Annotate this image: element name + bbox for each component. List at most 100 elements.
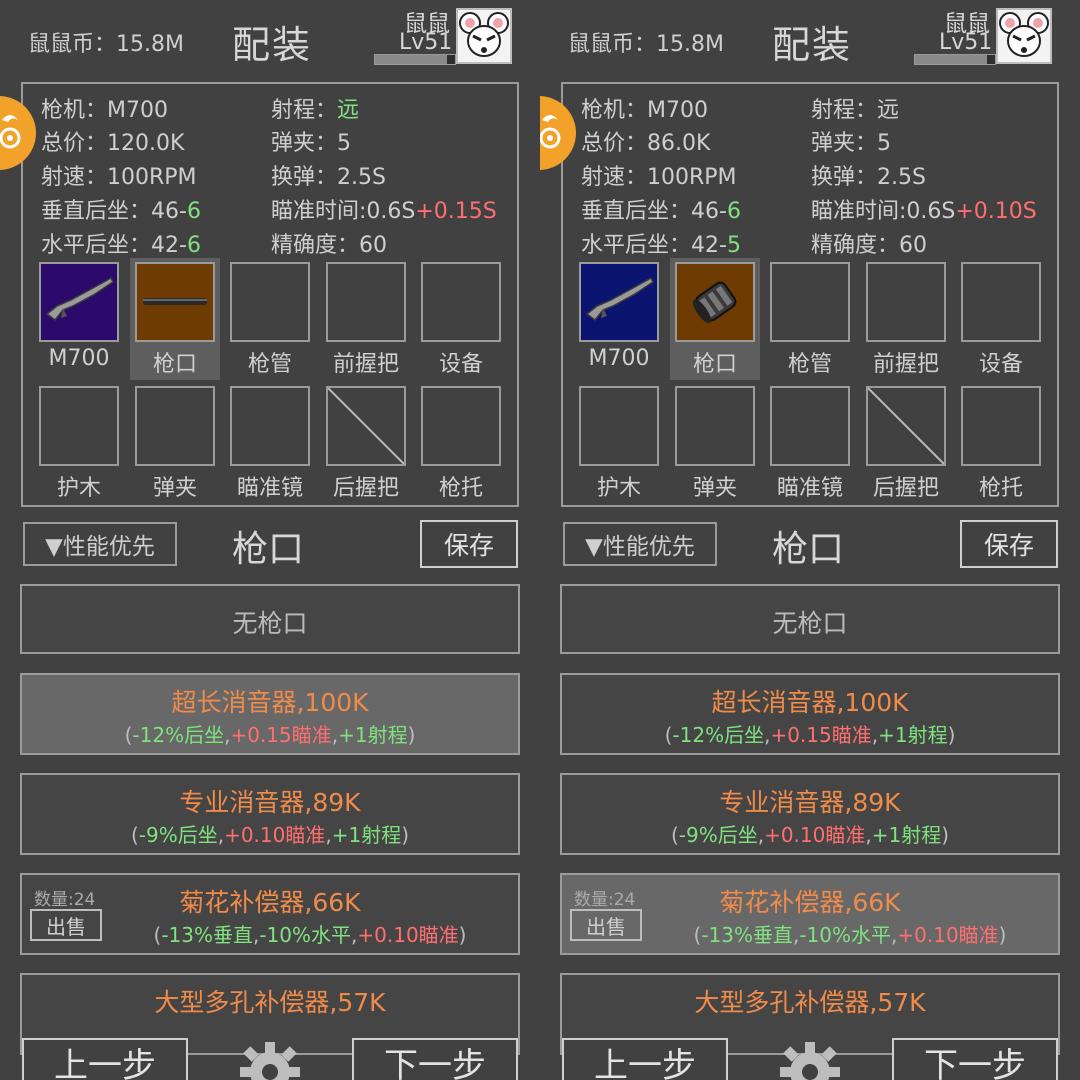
category-title: 枪口 — [232, 529, 305, 570]
rifle-icon — [45, 276, 114, 322]
badge-icon[interactable] — [540, 96, 576, 170]
category-title: 枪口 — [772, 529, 845, 570]
user-level: Lv51 — [399, 30, 453, 55]
xp-bar — [374, 54, 456, 65]
prev-step-button[interactable]: 上一步 — [22, 1038, 188, 1080]
item-name: 大型多孔补偿器,57K — [694, 988, 926, 1017]
coin-balance: 鼠鼠币：15.8M — [568, 32, 724, 57]
stat-vertical-recoil: 垂直后坐：46-6 — [41, 199, 201, 224]
slot-label-foregrip: 前握把 — [332, 352, 399, 377]
slot-label-muzzle: 枪口 — [692, 352, 737, 377]
stat-gun: 枪机：M700 — [41, 98, 168, 123]
slot-handguard[interactable] — [39, 386, 119, 466]
slot-handguard[interactable] — [579, 386, 659, 466]
slot-stock[interactable] — [961, 386, 1041, 466]
item-effects: (-12%后坐,+0.15瞄准,+1射程) — [664, 723, 956, 747]
list-item[interactable]: 超长消音器,100K (-12%后坐,+0.15瞄准,+1射程) — [560, 673, 1060, 755]
slot-label-magazine: 弹夹 — [152, 476, 197, 501]
item-effects: (-9%后坐,+0.10瞄准,+1射程) — [670, 823, 950, 847]
slot-rear-grip[interactable] — [326, 386, 406, 466]
slot-rear-grip[interactable] — [866, 386, 946, 466]
slot-label-handguard: 护木 — [596, 476, 641, 501]
slot-label-device: 设备 — [438, 352, 483, 377]
stat-horizontal-recoil: 水平后坐：42-6 — [41, 233, 201, 258]
stat-accuracy: 精确度：60 — [271, 233, 388, 258]
stat-accuracy: 精确度：60 — [811, 233, 928, 258]
slot-label-receiver: M700 — [588, 346, 650, 371]
item-name: 超长消音器,100K — [171, 688, 369, 717]
gear-icon[interactable] — [778, 1036, 842, 1080]
slot-muzzle[interactable] — [135, 262, 215, 342]
save-button[interactable]: 保存 — [960, 520, 1058, 568]
slot-foregrip[interactable] — [326, 262, 406, 342]
slot-label-rear-grip: 后握把 — [332, 476, 399, 501]
item-name: 超长消音器,100K — [711, 688, 909, 717]
next-step-button[interactable]: 下一步 — [892, 1038, 1058, 1080]
stat-price: 总价：120.0K — [41, 131, 185, 156]
item-none-label: 无枪口 — [772, 609, 848, 638]
save-button[interactable]: 保存 — [420, 520, 518, 568]
slot-barrel[interactable] — [770, 262, 850, 342]
slot-magazine[interactable] — [135, 386, 215, 466]
stat-aim-time: 瞄准时间:0.6S+0.15S — [271, 199, 497, 224]
slot-label-muzzle: 枪口 — [152, 352, 197, 377]
stat-reload: 换弹：2.5S — [811, 165, 926, 190]
gear-icon[interactable] — [238, 1036, 302, 1080]
item-effects: (-13%垂直,-10%水平,+0.10瞄准) — [153, 923, 467, 947]
loadout-panel-right: 鼠鼠币：15.8M 配装 鼠鼠 Lv51 枪机：M700 射程：远 总价：86.… — [540, 0, 1080, 1080]
slot-label-stock: 枪托 — [978, 476, 1023, 501]
stat-fire-rate: 射速：100RPM — [41, 165, 197, 190]
slot-muzzle[interactable] — [675, 262, 755, 342]
item-name: 菊花补偿器,66K — [179, 888, 361, 917]
slot-device[interactable] — [421, 262, 501, 342]
next-step-button[interactable]: 下一步 — [352, 1038, 518, 1080]
list-item[interactable]: 专业消音器,89K (-9%后坐,+0.10瞄准,+1射程) — [20, 773, 520, 855]
weapon-stats-box: 枪机：M700 射程：远 总价：120.0K 弹夹：5 射速：100RPM 换弹… — [21, 82, 519, 507]
slot-magazine[interactable] — [675, 386, 755, 466]
slot-label-barrel: 枪管 — [787, 352, 832, 377]
slot-receiver[interactable] — [579, 262, 659, 342]
item-effects: (-13%垂直,-10%水平,+0.10瞄准) — [693, 923, 1007, 947]
unavailable-slash-icon — [327, 387, 405, 465]
compensator-icon — [692, 281, 737, 323]
slot-barrel[interactable] — [230, 262, 310, 342]
weapon-stats-box: 枪机：M700 射程：远 总价：86.0K 弹夹：5 射速：100RPM 换弹：… — [561, 82, 1059, 507]
xp-bar — [914, 54, 996, 65]
stat-horizontal-recoil: 水平后坐：42-5 — [581, 233, 741, 258]
slot-device[interactable] — [961, 262, 1041, 342]
mouse-avatar-icon[interactable] — [996, 8, 1052, 64]
unavailable-slash-icon — [867, 387, 945, 465]
item-effects: (-12%后坐,+0.15瞄准,+1射程) — [124, 723, 416, 747]
list-item[interactable]: 数量:24 出售 菊花补偿器,66K (-13%垂直,-10%水平,+0.10瞄… — [560, 873, 1060, 955]
stat-range: 射程：远 — [811, 98, 900, 123]
stat-aim-time: 瞄准时间:0.6S+0.10S — [811, 199, 1037, 224]
badge-icon[interactable] — [0, 96, 36, 170]
list-item-none[interactable]: 无枪口 — [560, 584, 1060, 654]
stat-magazine: 弹夹：5 — [811, 131, 892, 156]
slot-label-stock: 枪托 — [438, 476, 483, 501]
sort-dropdown[interactable]: ▼性能优先 — [23, 522, 177, 566]
stat-vertical-recoil: 垂直后坐：46-6 — [581, 199, 741, 224]
slot-scope[interactable] — [770, 386, 850, 466]
mouse-avatar-icon[interactable] — [456, 8, 512, 64]
slot-label-device: 设备 — [978, 352, 1023, 377]
list-item[interactable]: 数量:24 出售 菊花补偿器,66K (-13%垂直,-10%水平,+0.10瞄… — [20, 873, 520, 955]
list-item[interactable]: 专业消音器,89K (-9%后坐,+0.10瞄准,+1射程) — [560, 773, 1060, 855]
slot-stock[interactable] — [421, 386, 501, 466]
slot-receiver[interactable] — [39, 262, 119, 342]
slot-label-receiver: M700 — [48, 346, 110, 371]
item-none-label: 无枪口 — [232, 609, 308, 638]
page-title: 配装 — [772, 23, 853, 67]
prev-step-button[interactable]: 上一步 — [562, 1038, 728, 1080]
list-item-none[interactable]: 无枪口 — [20, 584, 520, 654]
stat-magazine: 弹夹：5 — [271, 131, 352, 156]
loadout-panel-left: 鼠鼠币：15.8M 配装 鼠鼠 Lv51 枪机：M700 射程：远 总价：120… — [0, 0, 540, 1080]
stat-reload: 换弹：2.5S — [271, 165, 386, 190]
slot-label-scope: 瞄准镜 — [776, 476, 843, 501]
list-item[interactable]: 超长消音器,100K (-12%后坐,+0.15瞄准,+1射程) — [20, 673, 520, 755]
sort-dropdown[interactable]: ▼性能优先 — [563, 522, 717, 566]
slot-label-handguard: 护木 — [56, 476, 101, 501]
slot-label-rear-grip: 后握把 — [872, 476, 939, 501]
slot-scope[interactable] — [230, 386, 310, 466]
slot-foregrip[interactable] — [866, 262, 946, 342]
